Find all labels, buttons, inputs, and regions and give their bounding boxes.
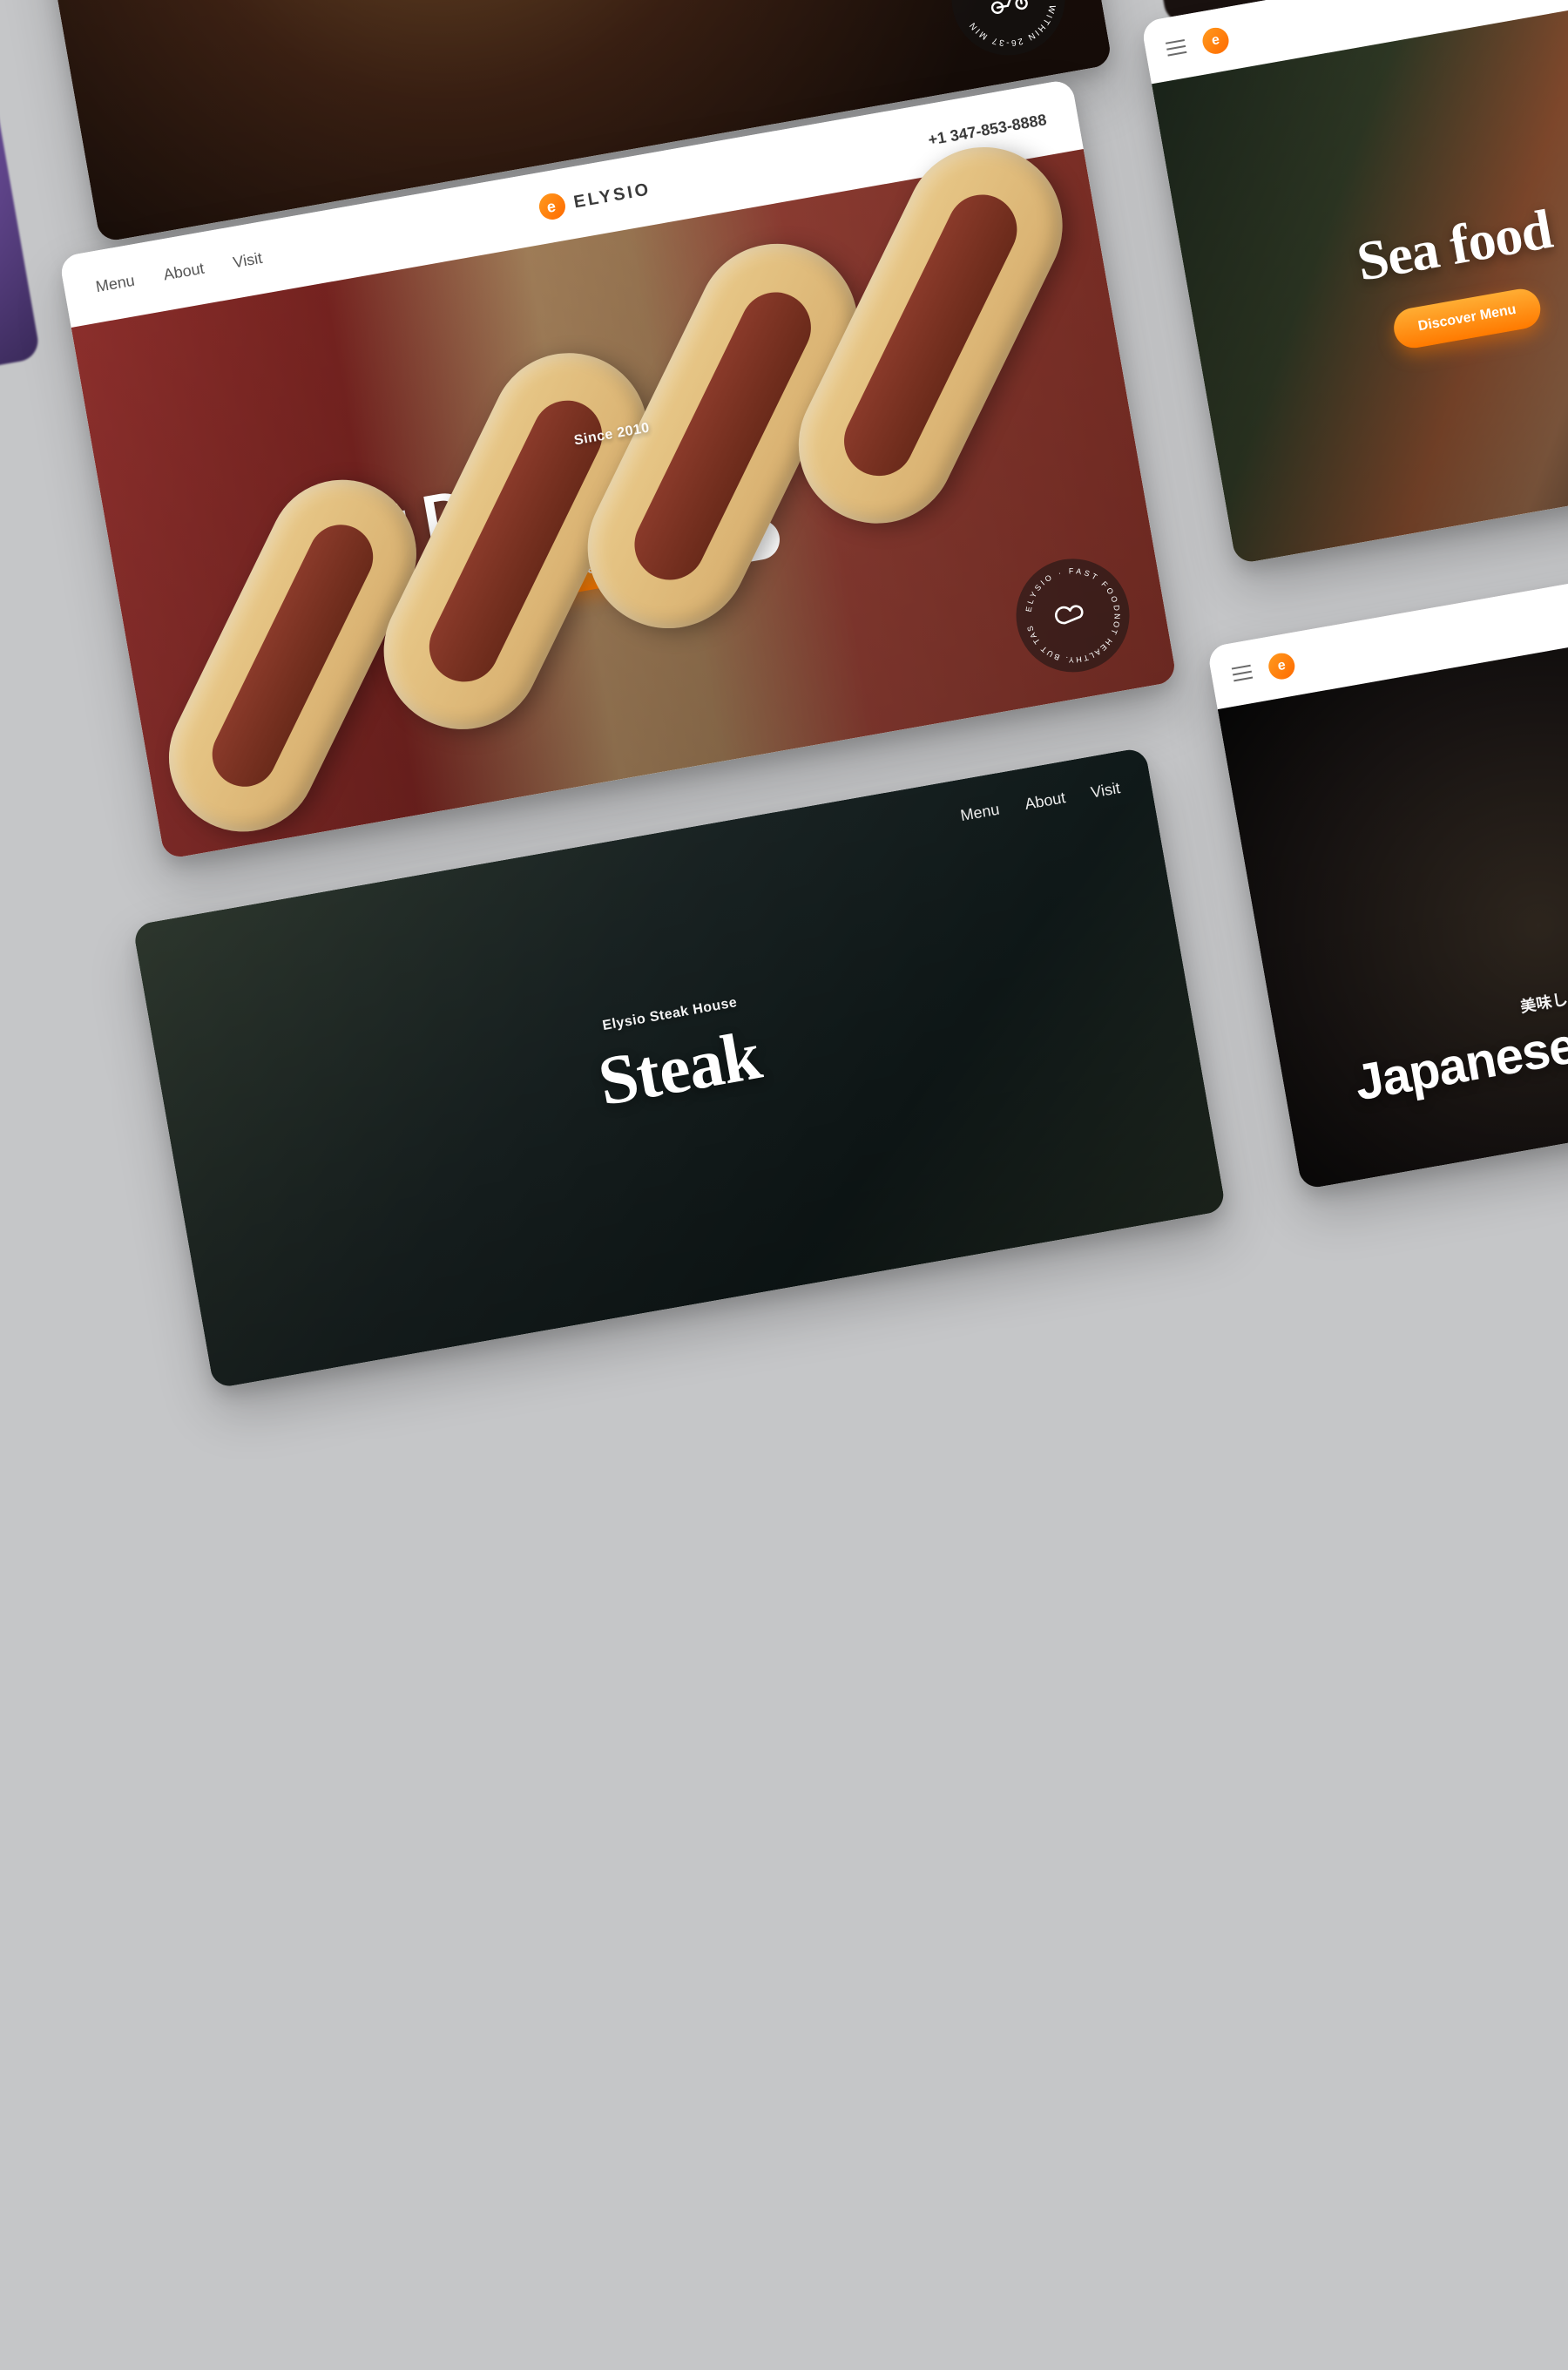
nav-visit[interactable]: Visit (232, 248, 264, 272)
hamburger-icon[interactable] (1166, 39, 1186, 57)
nav-about[interactable]: About (1024, 789, 1067, 814)
hero-overline: 美味しい (1518, 984, 1568, 1017)
discover-menu-button[interactable]: Discover Menu (486, 542, 639, 607)
card-seafood: e Sea food Discover Menu (1140, 0, 1568, 565)
logo-icon: e (1200, 25, 1231, 56)
nav-menu[interactable]: Menu (94, 271, 136, 296)
nav-visit[interactable]: Visit (1090, 779, 1122, 802)
phone[interactable]: +1 347-853-8888 (927, 111, 1048, 150)
tagline-badge: ELYSIO · FAST FOOD. NOT HEALTHY. BUT TAS… (1007, 550, 1139, 681)
hero-title: Sea food (1353, 200, 1556, 291)
svg-text:ELYSIO · FAST FOOD.: ELYSIO · FAST FOOD. (1017, 559, 1123, 634)
decor-image-purple (0, 0, 41, 403)
svg-text:WITHIN 26-37 MIN: WITHIN 26-37 MIN (966, 3, 1063, 55)
brand-name: ELYSIO (572, 179, 652, 213)
hero-seafood: Sea food Discover Menu (1152, 0, 1568, 565)
logo-icon: e (1267, 651, 1297, 681)
hero-japanese: 美味しい Japanese Kitchen (1218, 613, 1568, 1190)
card-japanese: e 美味しい Japanese Kitchen (1206, 551, 1568, 1190)
hero-title: Steak (593, 1019, 766, 1119)
where-we-at-button[interactable]: Where we at (647, 517, 782, 579)
logo-icon: e (537, 192, 568, 222)
delivery-badge: FREE DELIVERY WITHIN 26-37 MIN (943, 0, 1074, 64)
hamburger-icon[interactable] (1232, 665, 1253, 682)
discover-menu-button[interactable]: Discover Menu (1391, 286, 1544, 351)
nav-menu[interactable]: Menu (959, 800, 1001, 825)
nav-about[interactable]: About (162, 259, 206, 284)
svg-text:NOT HEALTHY. BUT TASTY.: NOT HEALTHY. BUT TASTY. (1007, 550, 1129, 674)
card-steak: Menu About Visit Elysio Steak House Stea… (132, 747, 1227, 1389)
brand: e ELYSIO (537, 176, 653, 221)
